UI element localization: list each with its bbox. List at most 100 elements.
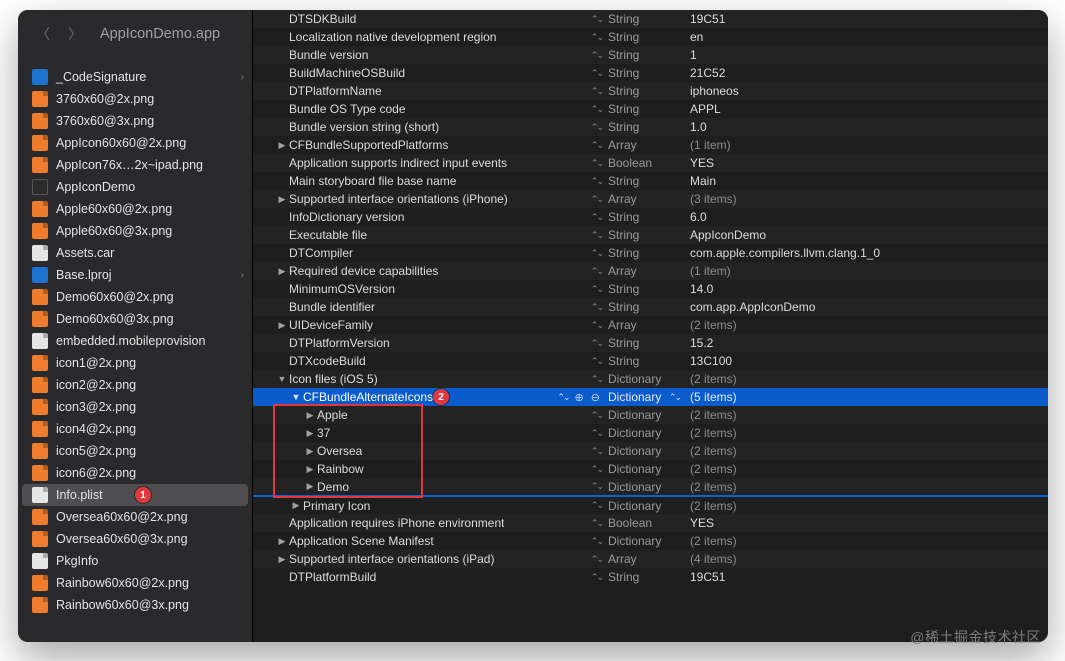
stepper-icon[interactable]: ⌃⌄ <box>591 428 608 439</box>
stepper-icon[interactable]: ⌃⌄ <box>591 500 608 511</box>
plist-row[interactable]: Localization native development region⌃⌄… <box>253 28 1048 46</box>
file-row[interactable]: Demo60x60@3x.png <box>18 308 252 330</box>
file-row[interactable]: AppIcon60x60@2x.png <box>18 132 252 154</box>
plist-row[interactable]: ▶Apple⌃⌄Dictionary(2 items) <box>253 406 1048 424</box>
stepper-icon[interactable]: ⌃⌄ <box>591 122 608 133</box>
stepper-icon[interactable]: ⌃⌄ <box>591 176 608 187</box>
stepper-icon[interactable]: ⌃⌄ <box>591 554 608 565</box>
disclosure-triangle-icon[interactable]: ▶ <box>305 481 315 492</box>
plist-row[interactable]: ▶Primary Icon⌃⌄Dictionary(2 items) <box>253 496 1048 514</box>
file-row[interactable]: Rainbow60x60@3x.png <box>18 594 252 616</box>
stepper-icon[interactable]: ⌃⌄ <box>669 392 690 403</box>
stepper-icon[interactable]: ⌃⌄ <box>591 518 608 529</box>
disclosure-triangle-icon[interactable]: ▶ <box>277 194 287 205</box>
stepper-icon[interactable]: ⌃⌄ <box>591 14 608 25</box>
file-row[interactable]: Base.lproj› <box>18 264 252 286</box>
plist-row[interactable]: ▼CFBundleAlternateIcons⌃⌄⊕ ⊖Dictionary⌃⌄… <box>253 388 1048 406</box>
disclosure-triangle-icon[interactable]: ▶ <box>277 536 287 547</box>
plist-row[interactable]: DTCompiler⌃⌄Stringcom.apple.compilers.ll… <box>253 244 1048 262</box>
stepper-icon[interactable]: ⌃⌄ <box>591 266 608 277</box>
plist-row[interactable]: Bundle OS Type code⌃⌄StringAPPL <box>253 100 1048 118</box>
disclosure-triangle-icon[interactable]: ▶ <box>277 266 287 277</box>
stepper-icon[interactable]: ⌃⌄ <box>591 464 608 475</box>
plist-row[interactable]: ▶Supported interface orientations (iPad)… <box>253 550 1048 568</box>
disclosure-triangle-icon[interactable]: ▶ <box>277 140 287 151</box>
plist-row[interactable]: ▶Demo⌃⌄Dictionary(2 items) <box>253 478 1048 496</box>
plist-row[interactable]: ▶37⌃⌄Dictionary(2 items) <box>253 424 1048 442</box>
file-row[interactable]: Demo60x60@2x.png <box>18 286 252 308</box>
stepper-icon[interactable]: ⌃⌄ <box>557 392 574 403</box>
stepper-icon[interactable]: ⌃⌄ <box>591 338 608 349</box>
stepper-icon[interactable]: ⌃⌄ <box>591 572 608 583</box>
file-row[interactable]: Rainbow60x60@2x.png <box>18 572 252 594</box>
stepper-icon[interactable]: ⌃⌄ <box>591 410 608 421</box>
plist-row[interactable]: ▶CFBundleSupportedPlatforms⌃⌄Array(1 ite… <box>253 136 1048 154</box>
file-row[interactable]: _CodeSignature› <box>18 66 252 88</box>
stepper-icon[interactable]: ⌃⌄ <box>591 302 608 313</box>
stepper-icon[interactable]: ⌃⌄ <box>591 50 608 61</box>
file-row[interactable]: 3760x60@3x.png <box>18 110 252 132</box>
disclosure-triangle-icon[interactable]: ▼ <box>277 374 287 384</box>
stepper-icon[interactable]: ⌃⌄ <box>591 194 608 205</box>
file-row[interactable]: AppIconDemo <box>18 176 252 198</box>
file-row[interactable]: Oversea60x60@2x.png <box>18 506 252 528</box>
plist-row[interactable]: ▶Rainbow⌃⌄Dictionary(2 items) <box>253 460 1048 478</box>
file-row[interactable]: Apple60x60@3x.png <box>18 220 252 242</box>
file-row[interactable]: Assets.car <box>18 242 252 264</box>
plist-row[interactable]: ▶Application Scene Manifest⌃⌄Dictionary(… <box>253 532 1048 550</box>
file-row[interactable]: PkgInfo <box>18 550 252 572</box>
plist-row[interactable]: ▶Required device capabilities⌃⌄Array(1 i… <box>253 262 1048 280</box>
nav-back-icon[interactable]: 〈 <box>34 24 52 44</box>
file-row[interactable]: icon4@2x.png <box>18 418 252 440</box>
file-row[interactable]: icon1@2x.png <box>18 352 252 374</box>
plist-row[interactable]: Bundle version string (short)⌃⌄String1.0 <box>253 118 1048 136</box>
stepper-icon[interactable]: ⌃⌄ <box>591 86 608 97</box>
disclosure-triangle-icon[interactable]: ▶ <box>305 410 315 421</box>
file-row[interactable]: Oversea60x60@3x.png <box>18 528 252 550</box>
nav-forward-icon[interactable]: 〉 <box>66 24 84 44</box>
stepper-icon[interactable]: ⌃⌄ <box>591 68 608 79</box>
disclosure-triangle-icon[interactable]: ▼ <box>291 392 301 402</box>
disclosure-triangle-icon[interactable]: ▶ <box>305 464 315 475</box>
stepper-icon[interactable]: ⌃⌄ <box>591 356 608 367</box>
plist-row[interactable]: Application supports indirect input even… <box>253 154 1048 172</box>
plist-row[interactable]: BuildMachineOSBuild⌃⌄String21C52 <box>253 64 1048 82</box>
disclosure-triangle-icon[interactable]: ▶ <box>291 500 301 511</box>
file-row[interactable]: icon6@2x.png <box>18 462 252 484</box>
stepper-icon[interactable]: ⌃⌄ <box>591 230 608 241</box>
stepper-icon[interactable]: ⌃⌄ <box>591 320 608 331</box>
plist-row[interactable]: Bundle version⌃⌄String1 <box>253 46 1048 64</box>
stepper-icon[interactable]: ⌃⌄ <box>591 446 608 457</box>
file-row[interactable]: embedded.mobileprovision <box>18 330 252 352</box>
plist-row[interactable]: DTPlatformName⌃⌄Stringiphoneos <box>253 82 1048 100</box>
plist-row[interactable]: Application requires iPhone environment⌃… <box>253 514 1048 532</box>
stepper-icon[interactable]: ⌃⌄ <box>591 536 608 547</box>
stepper-icon[interactable]: ⌃⌄ <box>591 212 608 223</box>
file-row[interactable]: icon2@2x.png <box>18 374 252 396</box>
plist-row[interactable]: Bundle identifier⌃⌄Stringcom.app.AppIcon… <box>253 298 1048 316</box>
plist-row[interactable]: DTPlatformVersion⌃⌄String15.2 <box>253 334 1048 352</box>
file-row[interactable]: icon5@2x.png <box>18 440 252 462</box>
stepper-icon[interactable]: ⌃⌄ <box>591 284 608 295</box>
plist-row[interactable]: InfoDictionary version⌃⌄String6.0 <box>253 208 1048 226</box>
stepper-icon[interactable]: ⌃⌄ <box>591 32 608 43</box>
stepper-icon[interactable]: ⌃⌄ <box>591 158 608 169</box>
disclosure-triangle-icon[interactable]: ▶ <box>277 320 287 331</box>
disclosure-triangle-icon[interactable]: ▶ <box>305 428 315 439</box>
disclosure-triangle-icon[interactable]: ▶ <box>277 554 287 565</box>
plist-row[interactable]: DTSDKBuild⌃⌄String19C51 <box>253 10 1048 28</box>
plist-row[interactable]: DTPlatformBuild⌃⌄String19C51 <box>253 568 1048 586</box>
stepper-icon[interactable]: ⌃⌄ <box>591 248 608 259</box>
stepper-icon[interactable]: ⌃⌄ <box>591 140 608 151</box>
plist-row[interactable]: ▶Oversea⌃⌄Dictionary(2 items) <box>253 442 1048 460</box>
stepper-icon[interactable]: ⌃⌄ <box>591 481 608 492</box>
file-row[interactable]: Apple60x60@2x.png <box>18 198 252 220</box>
plist-row[interactable]: Main storyboard file base name⌃⌄StringMa… <box>253 172 1048 190</box>
stepper-icon[interactable]: ⌃⌄ <box>591 374 608 385</box>
plist-row[interactable]: DTXcodeBuild⌃⌄String13C100 <box>253 352 1048 370</box>
file-row[interactable]: icon3@2x.png <box>18 396 252 418</box>
plist-row[interactable]: ▶UIDeviceFamily⌃⌄Array(2 items) <box>253 316 1048 334</box>
file-row[interactable]: Info.plist1 <box>22 484 248 506</box>
disclosure-triangle-icon[interactable]: ▶ <box>305 446 315 457</box>
plist-row[interactable]: ▼Icon files (iOS 5)⌃⌄Dictionary(2 items) <box>253 370 1048 388</box>
